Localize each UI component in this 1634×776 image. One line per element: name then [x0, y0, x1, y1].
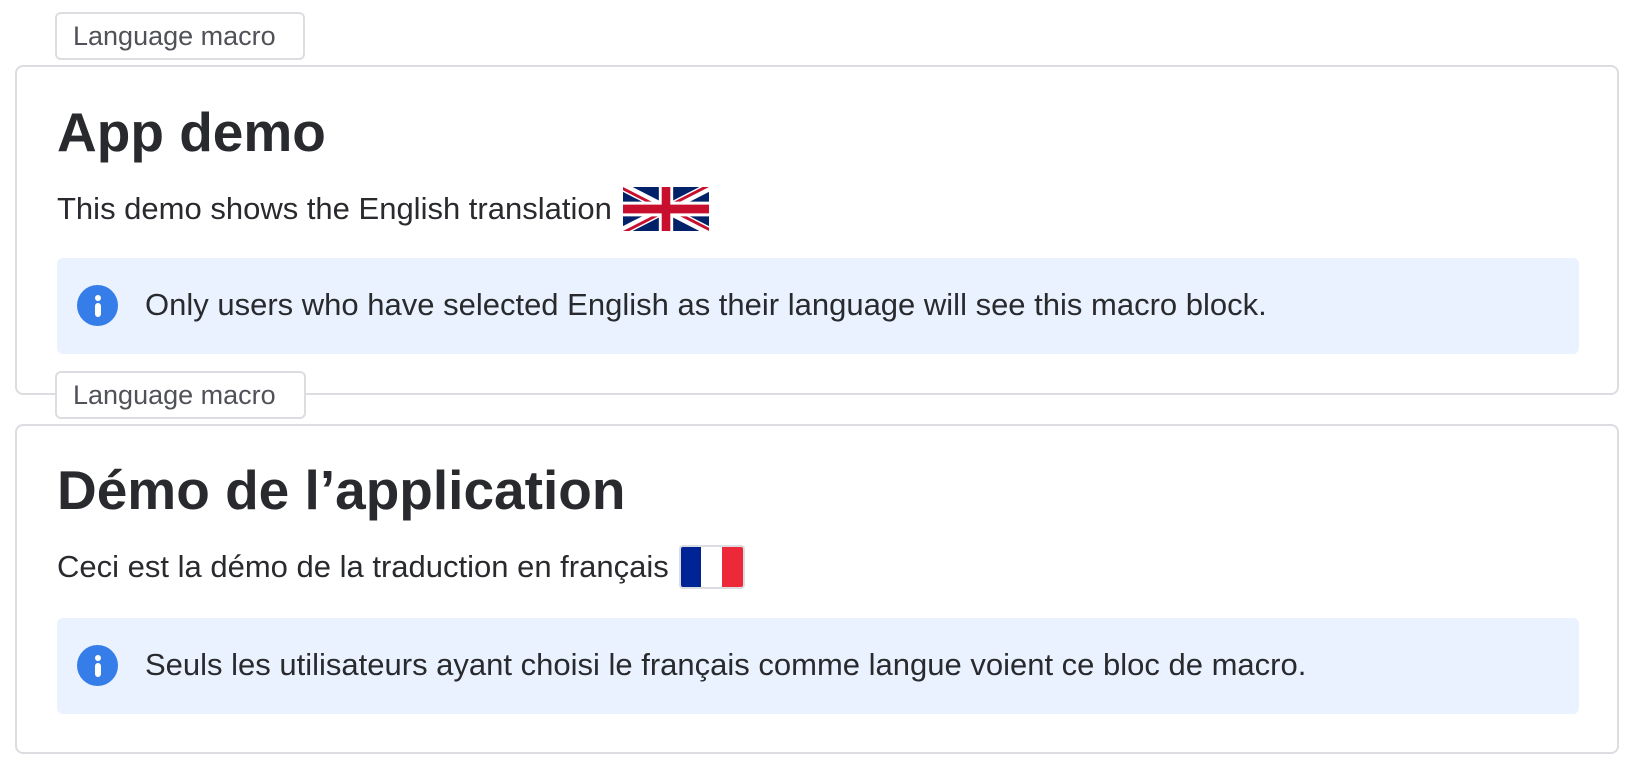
macro-description-text: This demo shows the English translation	[57, 191, 612, 226]
uk-flag-icon	[622, 187, 709, 231]
macro-description: Ceci est la démo de la traduction en fra…	[57, 544, 745, 590]
info-icon	[77, 645, 118, 686]
info-panel-text: Only users who have selected English as …	[145, 287, 1267, 322]
info-panel: Seuls les utilisateurs ayant choisi le f…	[57, 618, 1579, 714]
language-macro-tab-english[interactable]: Language macro	[55, 12, 305, 60]
france-flag-icon	[678, 545, 745, 589]
language-macro-tab-french[interactable]: Language macro	[55, 371, 306, 419]
macro-heading: Démo de l’application	[57, 459, 626, 521]
language-macro-block-english: App demo This demo shows the English tra…	[15, 65, 1619, 395]
macro-heading: App demo	[57, 101, 326, 163]
info-panel-text: Seuls les utilisateurs ayant choisi le f…	[145, 647, 1307, 682]
macro-description-text: Ceci est la démo de la traduction en fra…	[57, 549, 669, 584]
info-icon	[77, 285, 118, 326]
language-macro-block-french: Démo de l’application Ceci est la démo d…	[15, 424, 1619, 754]
info-panel: Only users who have selected English as …	[57, 258, 1579, 354]
macro-description: This demo shows the English translation	[57, 186, 709, 232]
